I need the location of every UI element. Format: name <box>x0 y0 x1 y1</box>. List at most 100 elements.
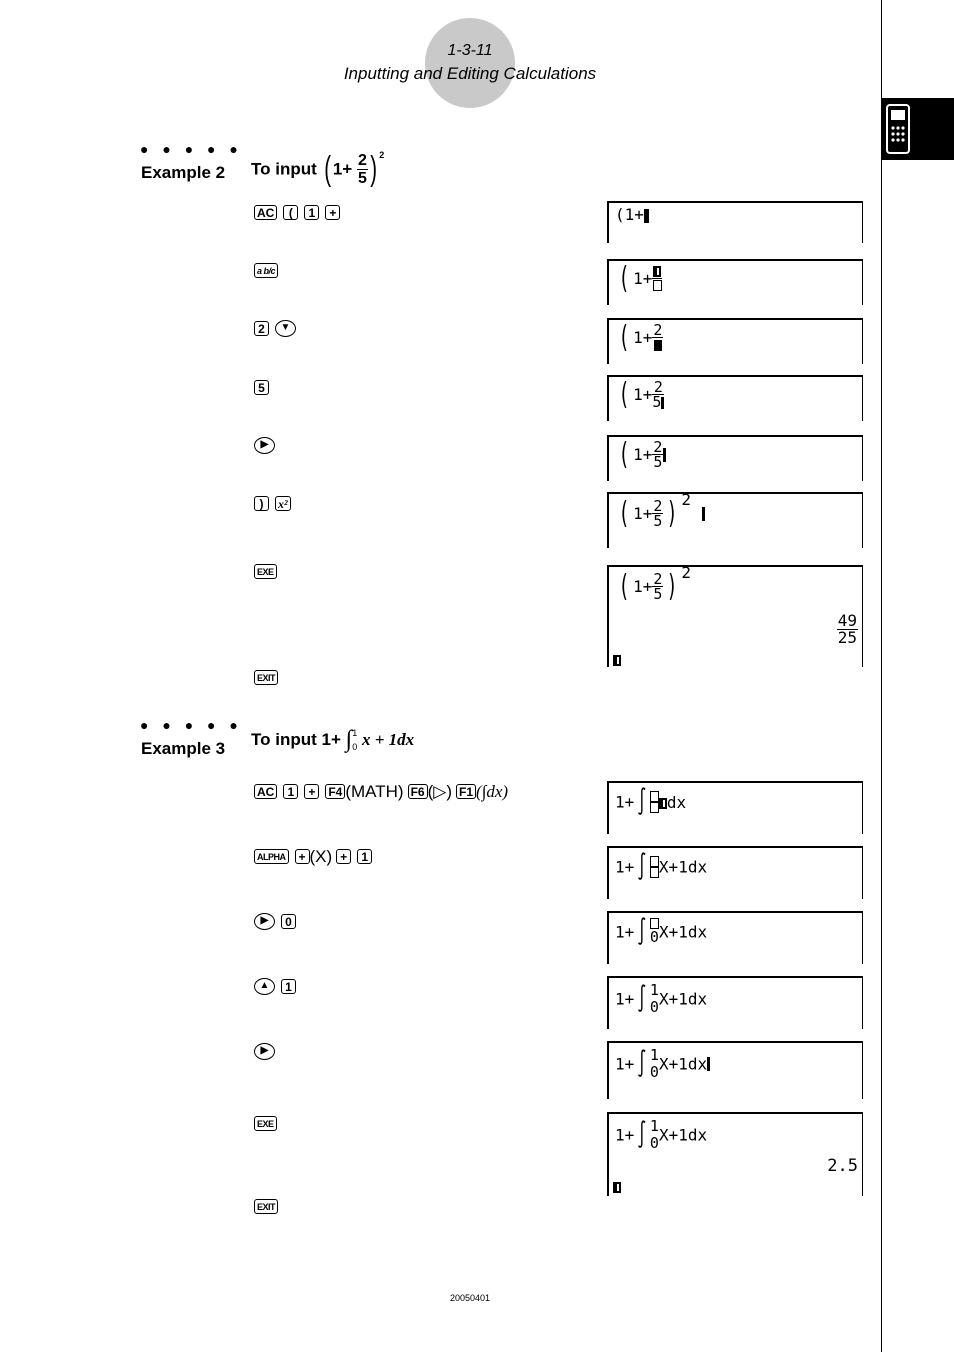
screen-prefix: 1+ <box>615 792 635 812</box>
key-ac[interactable]: AC <box>254 205 278 221</box>
screen-body: X+1dx <box>658 989 708 1009</box>
calculator-icon <box>886 104 910 154</box>
side-tab[interactable] <box>882 98 954 160</box>
key-exe[interactable]: EXE <box>254 1116 277 1132</box>
page-number: 1-3-11 <box>447 42 493 59</box>
cursor <box>613 1181 621 1193</box>
calc-screen: 1+ ∫ dx <box>607 781 863 834</box>
calc-screen: (1+ 2 <box>607 318 863 364</box>
step-keys: ▶ 0 <box>254 911 302 931</box>
screen-paren: ( <box>618 377 630 412</box>
example-2-label: Example 2 <box>141 163 226 182</box>
key-exit[interactable]: EXIT <box>254 1199 279 1215</box>
key-1[interactable]: 1 <box>281 979 296 995</box>
cursor <box>661 396 665 409</box>
to-input-label: To input <box>251 159 317 179</box>
key-alpha[interactable]: ALPHA <box>254 849 289 865</box>
side-divider <box>881 0 882 1352</box>
calc-screen: 1+ ∫ 1 0 X+1dx <box>607 976 863 1029</box>
screen-paren: ( <box>618 496 630 531</box>
upper-limit: 1 <box>649 1046 659 1064</box>
step-keys: EXE <box>254 561 283 581</box>
key-note-next: (▷) <box>427 781 453 801</box>
lower-placeholder <box>649 867 659 878</box>
screen-text: 1+ <box>633 577 653 596</box>
cursor-right-key[interactable]: ▶ <box>254 1043 275 1061</box>
key-1[interactable]: 1 <box>304 205 320 221</box>
key-note-x: (X) <box>309 846 333 866</box>
cursor-right-key[interactable]: ▶ <box>254 437 275 455</box>
screen-text: 1+ <box>633 269 653 288</box>
key-f4[interactable]: F4 <box>325 784 346 800</box>
screen-text: 1+ <box>633 328 653 347</box>
screen-text: 1+ <box>633 385 653 404</box>
step-keys: EXIT <box>254 1196 284 1216</box>
key-2[interactable]: 2 <box>254 321 269 337</box>
screen-body: X+1dx <box>658 922 708 942</box>
key-exe[interactable]: EXE <box>254 564 277 580</box>
cursor-up-key[interactable]: ▲ <box>254 978 275 996</box>
key-f1[interactable]: F1 <box>456 784 477 800</box>
key-plus[interactable]: + <box>294 849 310 865</box>
cursor <box>658 797 667 809</box>
example-3-expression: To input 1+ ∫ 1 0 x + 1dx <box>251 726 414 766</box>
expr-base: 1+ <box>332 159 353 179</box>
screen-paren: ) <box>666 496 678 531</box>
lower-limit: 0 <box>649 1134 659 1152</box>
key-plus[interactable]: + <box>325 205 341 221</box>
step-keys: AC 1 + F4 (MATH) F6 (▷) F1 (∫dx) <box>254 781 512 801</box>
example-2-expression: To input (1+ 2 5) 2 <box>251 150 384 195</box>
screen-paren: ( <box>618 261 630 296</box>
key-note-integral: (∫dx) <box>476 781 509 801</box>
key-0[interactable]: 0 <box>281 914 296 930</box>
key-plus[interactable]: + <box>336 849 352 865</box>
upper-limit: 1 <box>649 1117 659 1135</box>
key-ac[interactable]: AC <box>254 784 278 800</box>
close-paren: ) <box>370 150 377 188</box>
screen-paren: ) <box>666 569 678 604</box>
screen-prefix: 1+ <box>615 922 635 942</box>
to-input-label: To input <box>251 730 317 749</box>
key-1[interactable]: 1 <box>283 784 299 800</box>
key-plus[interactable]: + <box>304 784 320 800</box>
cursor-right-key[interactable]: ▶ <box>254 913 275 931</box>
expr-exponent: 2 <box>379 150 385 160</box>
screen-body: X+1dx <box>658 857 708 877</box>
integral-sign: ∫ <box>637 852 647 882</box>
step-keys: EXE <box>254 1113 283 1133</box>
integral-sign: ∫ <box>637 917 647 947</box>
integral-sign: ∫ <box>637 787 647 817</box>
screen-text: 1+ <box>633 445 653 464</box>
expr-body: x + 1 <box>361 730 398 749</box>
screen-denominator: 5 <box>653 585 663 603</box>
screen-paren: ( <box>618 320 630 355</box>
key-close-paren[interactable]: ) <box>254 496 269 512</box>
step-keys: 2 ▼ <box>254 318 302 338</box>
key-5[interactable]: 5 <box>254 380 269 396</box>
step-keys: AC (1 + <box>254 202 346 222</box>
cursor-down-key[interactable]: ▼ <box>275 320 296 338</box>
cursor <box>653 340 662 351</box>
step-keys: EXIT <box>254 667 284 687</box>
cursor <box>653 266 662 277</box>
footer-code: 20050401 <box>449 1293 491 1303</box>
example-dots: ● ● ● ● ● <box>140 141 243 157</box>
key-open-paren[interactable]: ( <box>283 205 299 221</box>
step-keys: ALPHA + (X) +1 <box>254 846 378 866</box>
lower-limit: 0 <box>649 998 659 1016</box>
key-fraction[interactable]: a b/c <box>254 263 279 279</box>
calc-screen: (1+ <box>607 259 863 305</box>
integral-sign: ∫ <box>637 1049 647 1079</box>
key-f6[interactable]: F6 <box>407 784 428 800</box>
key-x-squared[interactable]: x² <box>275 496 291 512</box>
screen-denominator: 5 <box>653 453 663 471</box>
screen-result: 2.5 <box>827 1156 858 1176</box>
open-paren: ( <box>323 150 331 188</box>
key-1[interactable]: 1 <box>357 849 373 865</box>
cursor <box>643 208 649 223</box>
screen-prefix: 1+ <box>615 857 635 877</box>
key-exit[interactable]: EXIT <box>254 670 279 686</box>
step-keys: ▲ 1 <box>254 976 302 996</box>
screen-denominator: 5 <box>653 512 663 530</box>
screen-exponent: 2 <box>681 563 692 582</box>
